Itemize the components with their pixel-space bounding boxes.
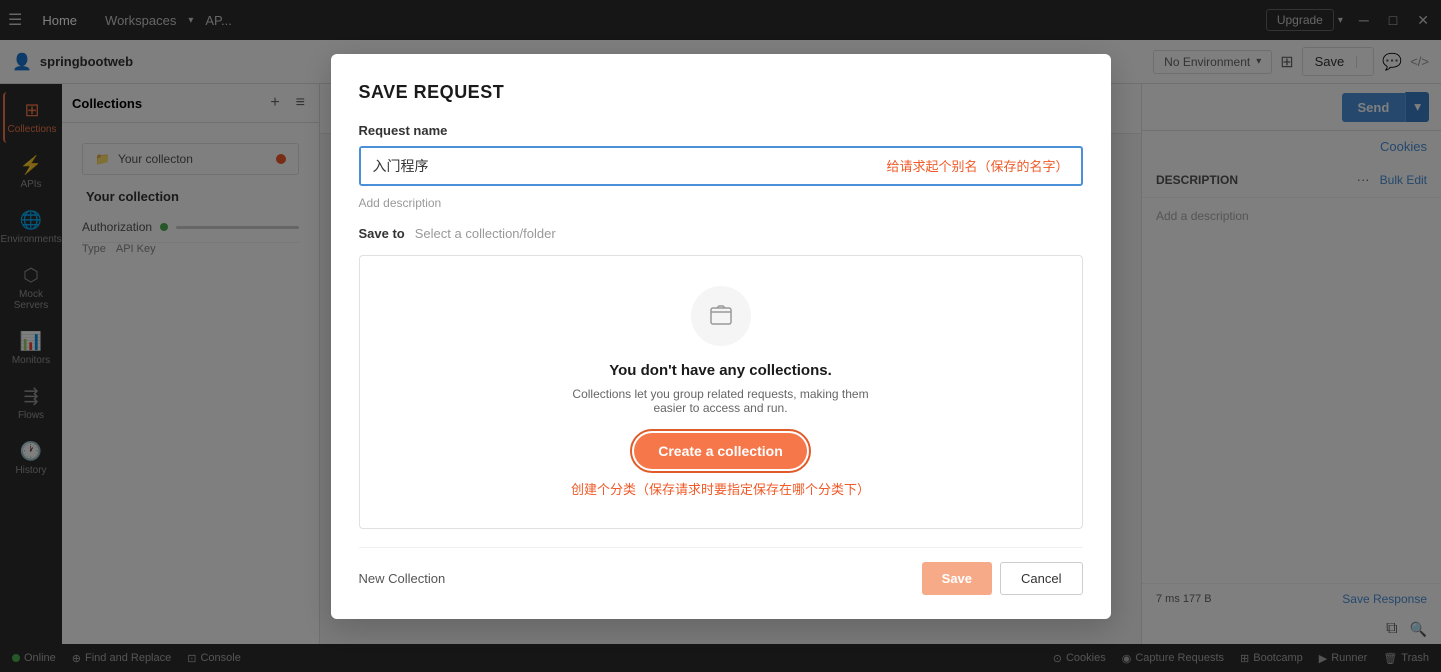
create-collection-btn[interactable]: Create a collection bbox=[634, 433, 807, 469]
modal-cancel-btn[interactable]: Cancel bbox=[1000, 562, 1082, 595]
modal-overlay: SAVE REQUEST Request name 给请求起个别名（保存的名字）… bbox=[0, 0, 1441, 672]
save-request-modal: SAVE REQUEST Request name 给请求起个别名（保存的名字）… bbox=[331, 54, 1111, 619]
modal-save-btn[interactable]: Save bbox=[922, 562, 992, 595]
empty-collection-icon bbox=[691, 286, 751, 346]
empty-collection-title: You don't have any collections. bbox=[609, 362, 832, 379]
request-name-annotation: 给请求起个别名（保存的名字） bbox=[886, 156, 1080, 175]
modal-title: SAVE REQUEST bbox=[359, 82, 1083, 103]
add-description-link[interactable]: Add description bbox=[359, 196, 1083, 210]
new-collection-label: New Collection bbox=[359, 571, 446, 586]
collections-empty-area: You don't have any collections. Collecti… bbox=[359, 255, 1083, 529]
save-to-label: Save to bbox=[359, 226, 405, 241]
save-to-placeholder: Select a collection/folder bbox=[415, 226, 1083, 241]
request-name-input[interactable] bbox=[361, 148, 887, 184]
create-collection-annotation: 创建个分类（保存请求时要指定保存在哪个分类下） bbox=[571, 479, 870, 498]
request-name-label: Request name bbox=[359, 123, 1083, 138]
empty-collection-desc: Collections let you group related reques… bbox=[561, 387, 881, 415]
